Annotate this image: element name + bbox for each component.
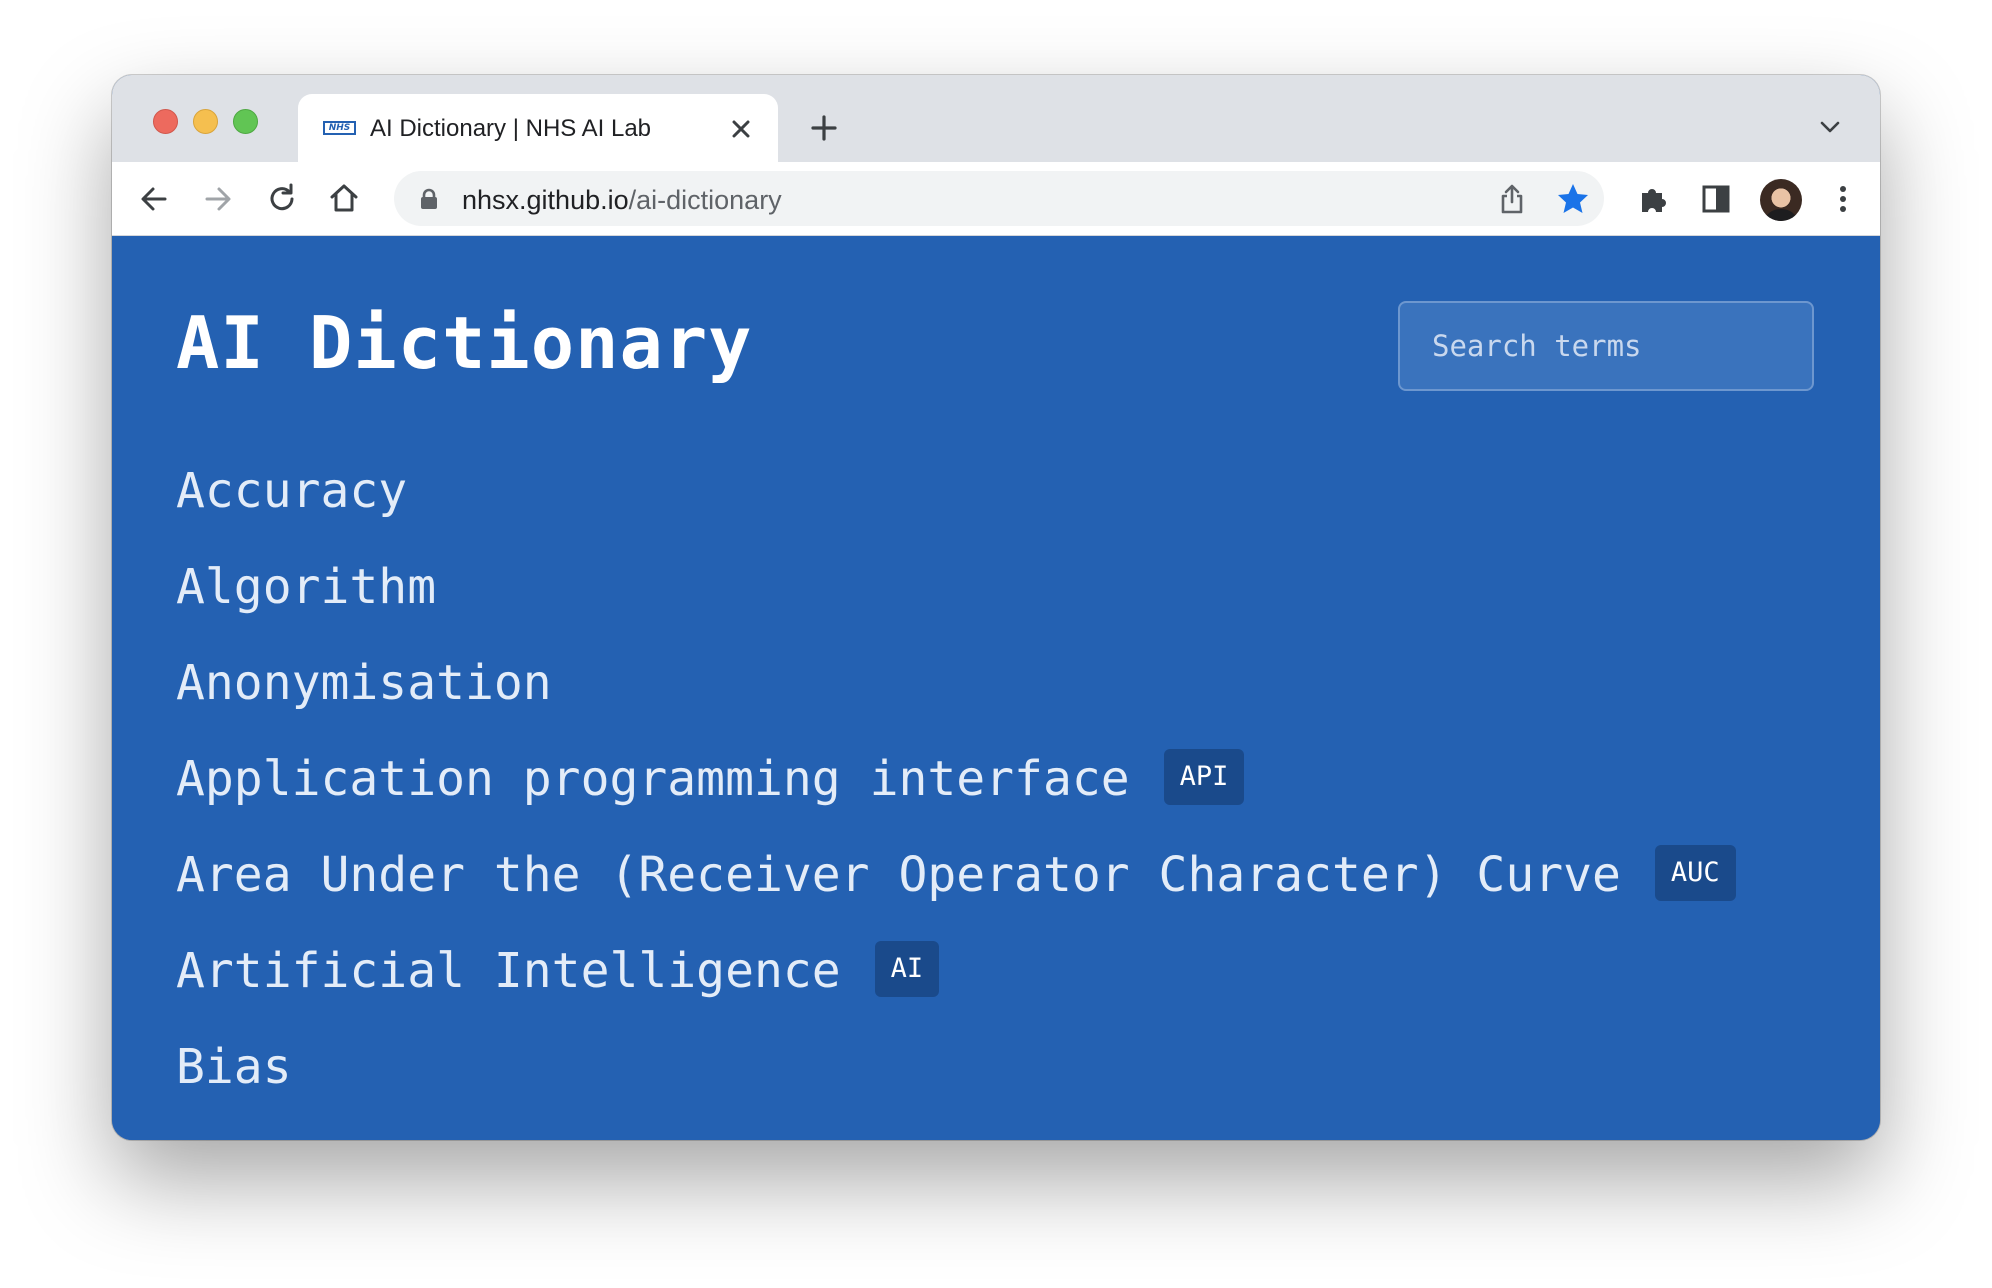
terms-list: Accuracy Algorithm Anonymisation Applica… [176, 463, 1736, 1135]
term-link[interactable]: Algorithm [176, 559, 1736, 655]
term-link[interactable]: Anonymisation [176, 655, 1736, 751]
browser-window: NHS AI Dictionary | NHS AI Lab nhsx.gith… [112, 75, 1880, 1140]
reload-icon[interactable] [264, 181, 300, 217]
profile-avatar[interactable] [1760, 179, 1802, 221]
close-window-button[interactable] [153, 109, 178, 134]
term-label: Anonymisation [176, 655, 552, 711]
term-label: Accuracy [176, 463, 408, 519]
term-label: Application programming interface [176, 751, 1130, 807]
page-content: AI Dictionary Accuracy Algorithm Anonymi… [112, 237, 1880, 1140]
maximize-window-button[interactable] [233, 109, 258, 134]
search-input[interactable] [1398, 301, 1814, 391]
minimize-window-button[interactable] [193, 109, 218, 134]
lock-icon[interactable] [420, 188, 438, 210]
url-path: /ai-dictionary [628, 185, 782, 215]
address-bar[interactable]: nhsx.github.io/ai-dictionary [394, 171, 1604, 226]
nhs-favicon-icon: NHS [323, 121, 356, 135]
share-icon[interactable] [1498, 183, 1526, 215]
term-link[interactable]: Application programming interface API [176, 749, 1736, 847]
abbreviation-badge: AUC [1654, 845, 1736, 901]
tab-ai-dictionary[interactable]: NHS AI Dictionary | NHS AI Lab [298, 94, 778, 162]
side-panel-icon[interactable] [1698, 181, 1734, 217]
extensions-puzzle-icon[interactable] [1636, 181, 1672, 217]
url-host: nhsx.github.io [462, 185, 629, 215]
term-link[interactable]: Bias [176, 1039, 1736, 1135]
url-text[interactable]: nhsx.github.io/ai-dictionary [462, 185, 782, 216]
tab-title: AI Dictionary | NHS AI Lab [370, 115, 652, 142]
forward-arrow-icon[interactable] [200, 181, 236, 217]
abbreviation-badge: API [1163, 749, 1245, 805]
term-label: Area Under the (Receiver Operator Charac… [176, 847, 1621, 903]
back-arrow-icon[interactable] [136, 181, 172, 217]
bookmark-star-icon[interactable] [1556, 182, 1590, 216]
tab-strip: NHS AI Dictionary | NHS AI Lab [112, 75, 1880, 162]
browser-toolbar: nhsx.github.io/ai-dictionary [112, 162, 1880, 236]
new-tab-icon[interactable] [810, 114, 838, 142]
term-link[interactable]: Area Under the (Receiver Operator Charac… [176, 845, 1736, 943]
term-label: Artificial Intelligence [176, 943, 841, 999]
term-label: Bias [176, 1039, 292, 1095]
page-title: AI Dictionary [176, 301, 753, 385]
abbreviation-badge: AI [874, 941, 940, 997]
home-icon[interactable] [326, 180, 362, 216]
close-tab-icon[interactable] [728, 116, 754, 142]
term-link[interactable]: Accuracy [176, 463, 1736, 559]
chevron-down-icon[interactable] [1819, 119, 1841, 135]
term-label: Algorithm [176, 559, 437, 615]
more-menu-icon[interactable] [1825, 181, 1861, 217]
term-link[interactable]: Artificial Intelligence AI [176, 941, 1736, 1039]
